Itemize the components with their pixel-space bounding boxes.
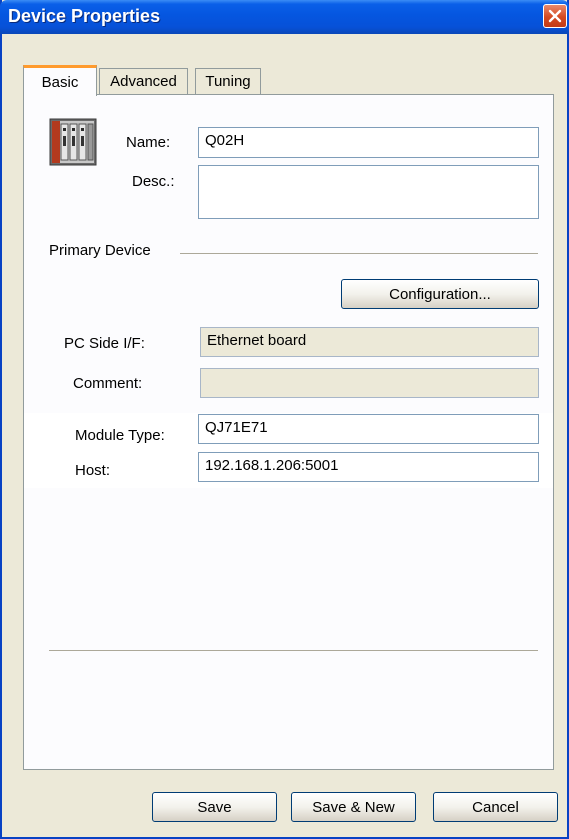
cancel-button[interactable]: Cancel [433, 792, 558, 822]
module-type-field[interactable]: QJ71E71 [198, 414, 539, 444]
save-button[interactable]: Save [152, 792, 277, 822]
desc-field[interactable] [198, 165, 539, 219]
close-button[interactable] [543, 4, 567, 28]
title-bar[interactable]: Device Properties [0, 0, 569, 34]
tab-tuning-label: Tuning [205, 73, 251, 90]
configuration-button[interactable]: Configuration... [341, 279, 539, 309]
save-and-new-button[interactable]: Save & New [291, 792, 416, 822]
host-field[interactable]: 192.168.1.206:5001 [198, 452, 539, 482]
name-label: Name: [126, 134, 171, 151]
device-properties-dialog: Device Properties Basic Advanced Tuning [0, 0, 569, 839]
tab-advanced[interactable]: Advanced [99, 68, 188, 94]
close-icon [548, 9, 562, 23]
comment-label: Comment: [73, 375, 143, 392]
name-field[interactable]: Q02H [198, 127, 539, 158]
tab-tuning[interactable]: Tuning [195, 68, 261, 94]
desc-label: Desc.: [132, 173, 175, 190]
host-label: Host: [75, 462, 111, 479]
tab-advanced-label: Advanced [110, 73, 177, 90]
primary-device-label: Primary Device [49, 242, 151, 259]
pc-side-if-label: PC Side I/F: [64, 335, 145, 352]
module-type-label: Module Type: [75, 427, 165, 444]
tab-basic[interactable]: Basic [23, 65, 97, 96]
pc-side-if-field: Ethernet board [200, 327, 539, 357]
window-title: Device Properties [8, 6, 161, 26]
plc-rack-icon [49, 118, 97, 166]
comment-field [200, 368, 539, 398]
bottom-divider [49, 650, 538, 651]
tab-basic-label: Basic [41, 73, 79, 91]
primary-device-divider [180, 253, 538, 254]
